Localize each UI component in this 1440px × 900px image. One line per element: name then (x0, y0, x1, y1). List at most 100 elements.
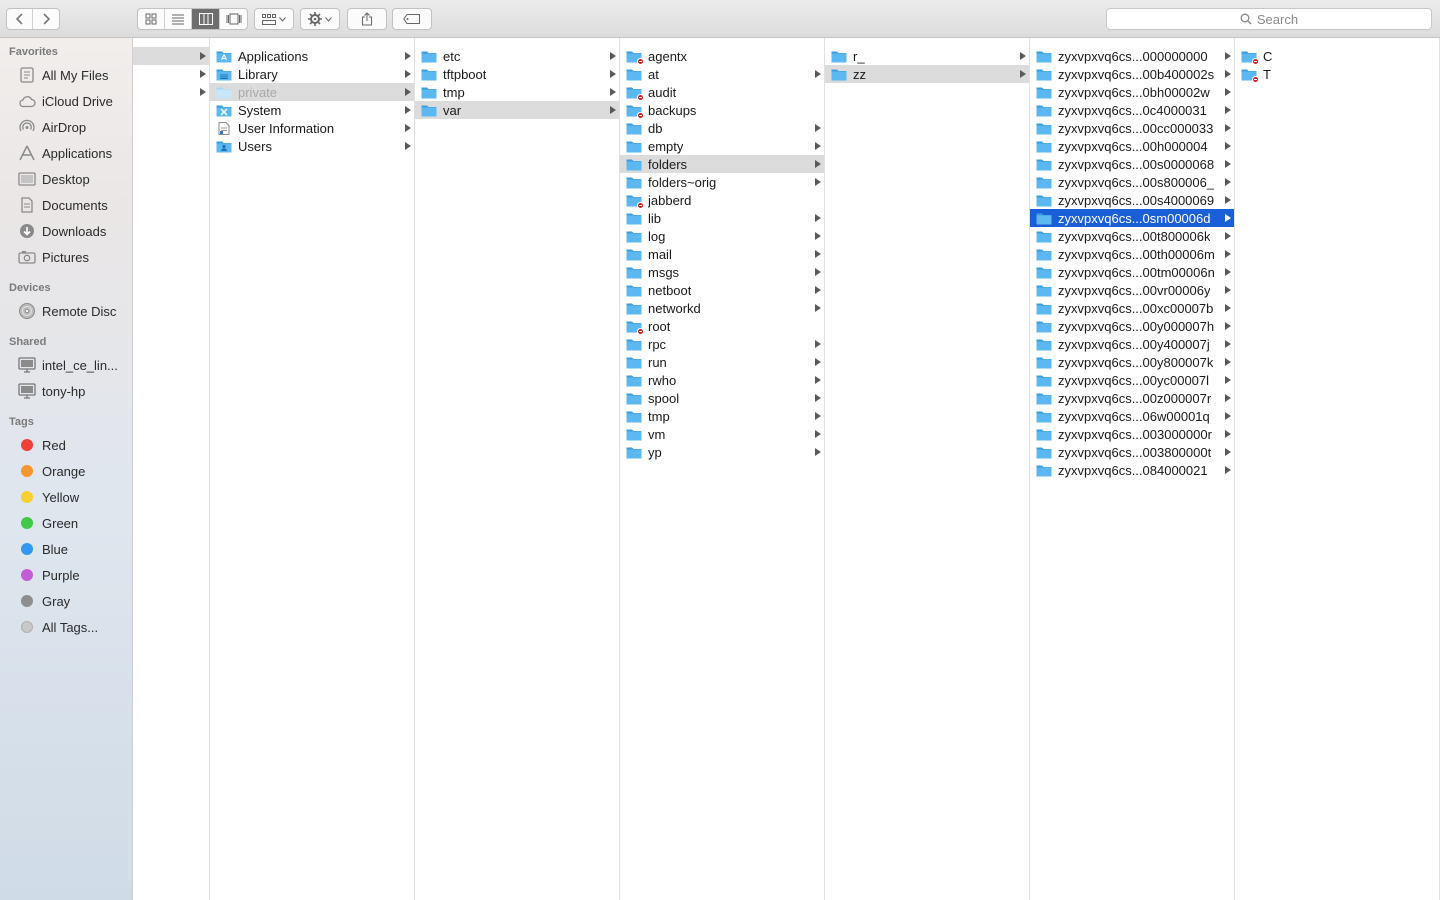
sidebar-tag-blue[interactable]: Blue (18, 539, 68, 559)
sidebar-item-desktop[interactable]: Desktop (18, 169, 90, 189)
list-item[interactable]: msgs (620, 263, 824, 281)
list-item[interactable]: networkd (620, 299, 824, 317)
forward-button[interactable] (33, 9, 59, 29)
list-item[interactable]: zyxvpxvq6cs...0c4000031 (1030, 101, 1234, 119)
list-item[interactable]: backups (620, 101, 824, 119)
list-item[interactable]: jabberd (620, 191, 824, 209)
list-item[interactable]: zyxvpxvq6cs...00th00006m (1030, 245, 1234, 263)
sidebar-item-downloads[interactable]: Downloads (18, 221, 106, 241)
column-root[interactable] (133, 38, 210, 900)
list-item[interactable]: run (620, 353, 824, 371)
list-item[interactable]: Library (210, 65, 414, 83)
list-item[interactable]: folders (620, 155, 824, 173)
list-item[interactable]: at (620, 65, 824, 83)
list-item[interactable]: mail (620, 245, 824, 263)
list-item[interactable]: zyxvpxvq6cs...00y800007k (1030, 353, 1234, 371)
column-disk[interactable]: Applications Library private System User Inf… (210, 38, 415, 900)
list-item[interactable]: spool (620, 389, 824, 407)
list-item[interactable]: agentx (620, 47, 824, 65)
sidebar-item-remote-disc[interactable]: Remote Disc (18, 301, 116, 321)
list-item[interactable]: zyxvpxvq6cs...000000000 (1030, 47, 1234, 65)
list-item[interactable]: zyxvpxvq6cs...00b400002s (1030, 65, 1234, 83)
list-item[interactable]: System (210, 101, 414, 119)
list-item[interactable]: lib (620, 209, 824, 227)
list-item[interactable] (133, 47, 209, 65)
sidebar-tag-gray[interactable]: Gray (18, 591, 70, 611)
sidebar-tag-green[interactable]: Green (18, 513, 78, 533)
list-item[interactable] (133, 83, 209, 101)
list-item[interactable]: vm (620, 425, 824, 443)
sidebar-item-applications[interactable]: Applications (18, 143, 112, 163)
list-item[interactable]: root (620, 317, 824, 335)
list-item[interactable]: zyxvpxvq6cs...084000021 (1030, 461, 1234, 479)
list-item[interactable]: rwho (620, 371, 824, 389)
list-item[interactable]: tmp (620, 407, 824, 425)
list-item[interactable]: zyxvpxvq6cs...0bh00002w (1030, 83, 1234, 101)
list-item[interactable]: C (1235, 47, 1439, 65)
list-item[interactable]: r_ (825, 47, 1029, 65)
sidebar-item-tony-hp[interactable]: tony-hp (18, 381, 85, 401)
list-item[interactable]: zyxvpxvq6cs...003800000t (1030, 443, 1234, 461)
action-button[interactable] (301, 9, 339, 29)
list-item[interactable]: Applications (210, 47, 414, 65)
arrange-button[interactable] (255, 9, 293, 29)
back-button[interactable] (7, 9, 33, 29)
list-item[interactable]: zz (825, 65, 1029, 83)
sidebar-item-documents[interactable]: Documents (18, 195, 108, 215)
list-item[interactable]: zyxvpxvq6cs...00xc00007b (1030, 299, 1234, 317)
list-item[interactable] (133, 65, 209, 83)
list-item[interactable]: Users (210, 137, 414, 155)
list-item[interactable]: zyxvpxvq6cs...00s800006_ (1030, 173, 1234, 191)
column-view-button[interactable] (192, 9, 220, 29)
list-item[interactable]: zyxvpxvq6cs...00cc000033 (1030, 119, 1234, 137)
sidebar-tag-red[interactable]: Red (18, 435, 66, 455)
list-item[interactable]: zyxvpxvq6cs...00y400007j (1030, 335, 1234, 353)
column-var[interactable]: agentx at audit backups db empty folders folder… (620, 38, 825, 900)
sidebar-item-airdrop[interactable]: AirDrop (18, 117, 86, 137)
search-field[interactable]: Search (1106, 8, 1432, 30)
sidebar-tag-all-tags[interactable]: All Tags... (18, 617, 98, 637)
list-item[interactable]: empty (620, 137, 824, 155)
edit-tags-button[interactable] (393, 9, 431, 29)
list-item[interactable]: zyxvpxvq6cs...00y000007h (1030, 317, 1234, 335)
list-item[interactable]: etc (415, 47, 619, 65)
list-item[interactable]: zyxvpxvq6cs...00h000004 (1030, 137, 1234, 155)
list-item[interactable]: zyxvpxvq6cs...00tm00006n (1030, 263, 1234, 281)
list-item[interactable]: zyxvpxvq6cs...003000000r (1030, 425, 1234, 443)
list-item[interactable]: log (620, 227, 824, 245)
sidebar-tag-purple[interactable]: Purple (18, 565, 80, 585)
list-item[interactable]: zyxvpxvq6cs...00z000007r (1030, 389, 1234, 407)
list-item[interactable]: zyxvpxvq6cs...00s4000069 (1030, 191, 1234, 209)
column-folders[interactable]: r_ zz (825, 38, 1030, 900)
sidebar-item-all-my-files[interactable]: All My Files (18, 65, 108, 85)
list-item[interactable]: User Information (210, 119, 414, 137)
list-item[interactable]: yp (620, 443, 824, 461)
list-item[interactable]: folders~orig (620, 173, 824, 191)
list-item[interactable]: rpc (620, 335, 824, 353)
sidebar-tag-orange[interactable]: Orange (18, 461, 85, 481)
sidebar-tag-yellow[interactable]: Yellow (18, 487, 79, 507)
list-item[interactable]: zyxvpxvq6cs...00s0000068 (1030, 155, 1234, 173)
list-item[interactable]: db (620, 119, 824, 137)
sidebar-item-icloud-drive[interactable]: iCloud Drive (18, 91, 113, 111)
icon-view-button[interactable] (138, 9, 165, 29)
list-item[interactable]: tmp (415, 83, 619, 101)
sidebar-item-intel-ce-linux[interactable]: intel_ce_lin... (18, 355, 118, 375)
list-item[interactable]: zyxvpxvq6cs...0sm00006d (1030, 209, 1234, 227)
column-selected[interactable]: CT (1235, 38, 1440, 900)
list-view-button[interactable] (165, 9, 192, 29)
column-zz[interactable]: zyxvpxvq6cs...000000000 zyxvpxvq6cs...00b… (1030, 38, 1235, 900)
list-item[interactable]: zyxvpxvq6cs...00yc00007l (1030, 371, 1234, 389)
list-item[interactable]: zyxvpxvq6cs...00vr00006y (1030, 281, 1234, 299)
list-item[interactable]: audit (620, 83, 824, 101)
list-item[interactable]: private (210, 83, 414, 101)
list-item[interactable]: tftpboot (415, 65, 619, 83)
gallery-view-button[interactable] (220, 9, 247, 29)
sidebar-item-pictures[interactable]: Pictures (18, 247, 89, 267)
share-button[interactable] (348, 9, 386, 29)
list-item[interactable]: T (1235, 65, 1439, 83)
list-item[interactable]: zyxvpxvq6cs...00t800006k (1030, 227, 1234, 245)
list-item[interactable]: netboot (620, 281, 824, 299)
column-private[interactable]: etc tftpboot tmp var (415, 38, 620, 900)
list-item[interactable]: zyxvpxvq6cs...06w00001q (1030, 407, 1234, 425)
